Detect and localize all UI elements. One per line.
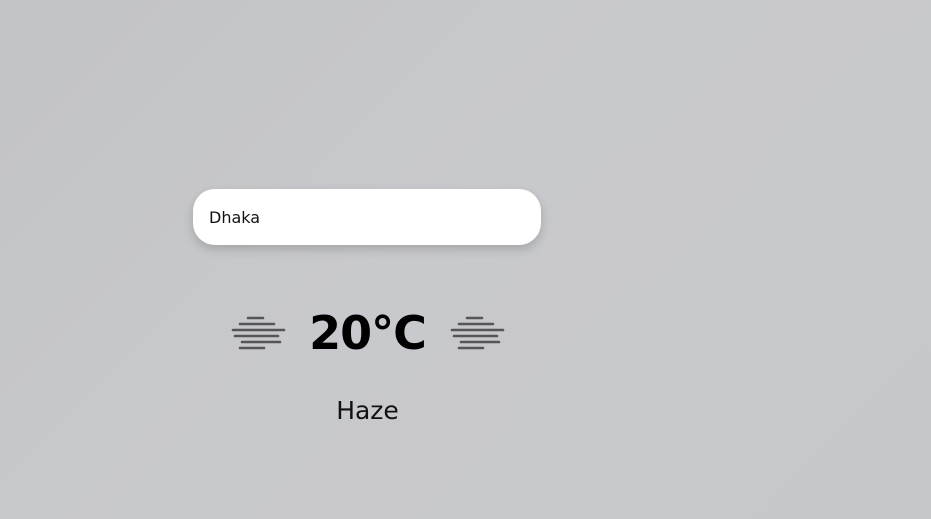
city-search-input[interactable] [209,189,541,245]
haze-icon [231,316,286,350]
weather-app: 20°C Haze [0,0,931,519]
haze-icon [450,316,505,350]
weather-condition: Haze [336,396,399,425]
temperature-value: 20°C [309,306,427,360]
temperature-row: 20°C [230,300,505,366]
search-box[interactable] [193,189,541,245]
